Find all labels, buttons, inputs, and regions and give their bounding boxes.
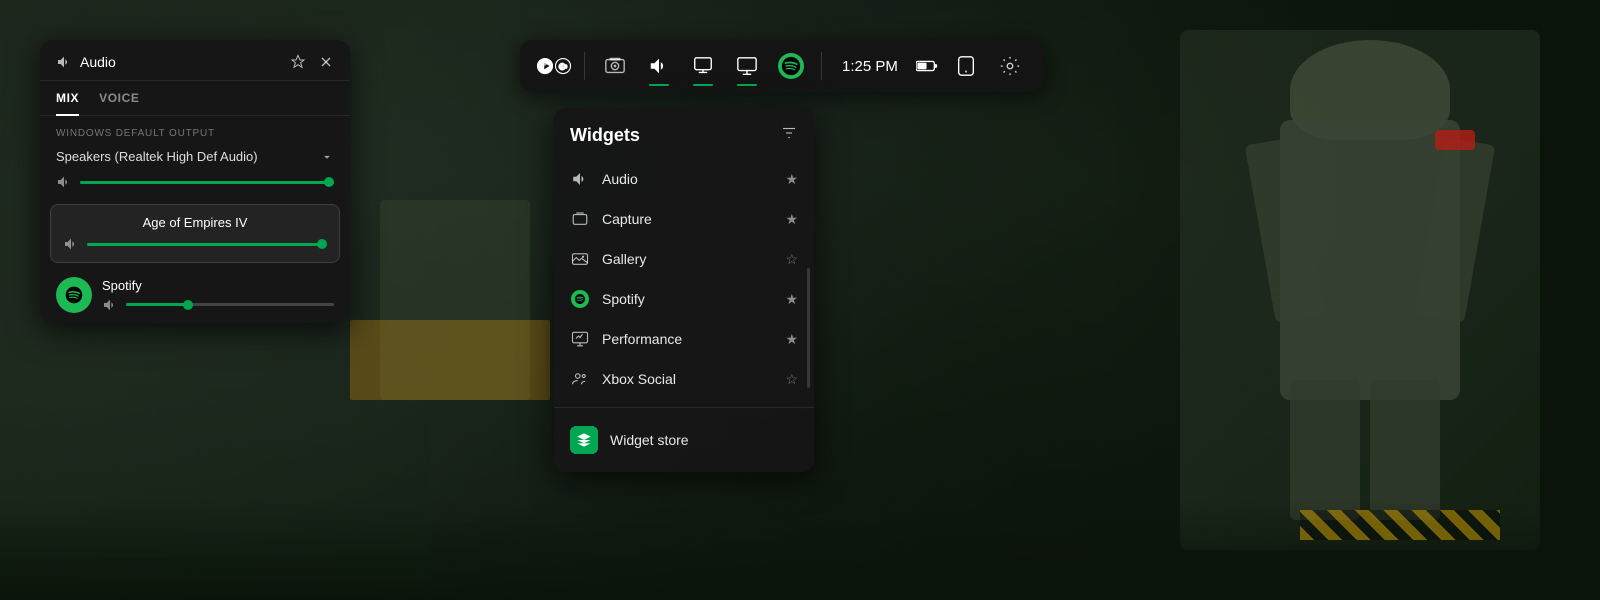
audio-widget-icon bbox=[570, 169, 590, 189]
spotify-widget-icon bbox=[570, 289, 590, 309]
scroll-indicator bbox=[807, 268, 810, 388]
audio-tabs: MIX VOICE bbox=[40, 81, 350, 116]
spotify-volume-icon bbox=[102, 297, 118, 313]
spotify-icon bbox=[56, 277, 92, 313]
gallery-widget-star[interactable]: ☆ bbox=[785, 251, 798, 268]
spotify-volume-thumb bbox=[183, 300, 193, 310]
widget-item-xbox-social[interactable]: Xbox Social ☆ bbox=[554, 359, 814, 399]
audio-panel: Audio MIX VOICE WINDOWS DEFAULT OUTPUT S… bbox=[40, 40, 350, 323]
widgets-panel-header: Widgets bbox=[554, 108, 814, 159]
performance-widget-label: Performance bbox=[602, 331, 682, 347]
audio-panel-icon bbox=[56, 54, 72, 70]
performance-widget-star[interactable]: ★ bbox=[785, 331, 798, 348]
widget-store-label: Widget store bbox=[610, 432, 689, 448]
widgets-divider bbox=[554, 407, 814, 408]
controller-icon bbox=[948, 48, 984, 84]
current-time: 1:25 PM bbox=[842, 58, 898, 75]
spotify-volume-slider[interactable] bbox=[126, 303, 334, 306]
nav-divider-2 bbox=[821, 52, 822, 80]
master-volume-fill bbox=[80, 181, 334, 184]
capture-nav-button[interactable] bbox=[597, 48, 633, 84]
master-volume-icon bbox=[56, 174, 72, 190]
pin-icon[interactable] bbox=[290, 54, 306, 70]
xbox-social-widget-label: Xbox Social bbox=[602, 371, 676, 387]
spotify-audio-row: Spotify bbox=[40, 267, 350, 323]
capture-widget-icon bbox=[570, 209, 590, 229]
spotify-widget-star[interactable]: ★ bbox=[785, 291, 798, 308]
display-nav-button[interactable] bbox=[729, 48, 765, 84]
tab-voice[interactable]: VOICE bbox=[99, 81, 139, 115]
spotify-volume-fill bbox=[126, 303, 188, 306]
master-volume-row bbox=[40, 172, 350, 200]
audio-panel-title-row: Audio bbox=[56, 54, 116, 70]
app-volume-row bbox=[63, 236, 327, 252]
achievement-active-indicator bbox=[693, 84, 713, 86]
audio-device-name: Speakers (Realtek High Def Audio) bbox=[56, 149, 258, 164]
audio-panel-header: Audio bbox=[40, 40, 350, 81]
master-volume-slider[interactable] bbox=[80, 181, 334, 184]
app-volume-thumb bbox=[317, 239, 327, 249]
widget-item-performance[interactable]: Performance ★ bbox=[554, 319, 814, 359]
close-icon[interactable] bbox=[318, 54, 334, 70]
spotify-nav-button[interactable] bbox=[773, 48, 809, 84]
capture-widget-star[interactable]: ★ bbox=[785, 211, 798, 228]
widgets-panel-title: Widgets bbox=[570, 125, 640, 146]
display-active-indicator bbox=[737, 84, 757, 86]
audio-widget-star[interactable]: ★ bbox=[785, 171, 798, 188]
audio-panel-title: Audio bbox=[80, 54, 116, 70]
audio-section-label: WINDOWS DEFAULT OUTPUT bbox=[40, 116, 350, 145]
app-name-label: Age of Empires IV bbox=[63, 215, 327, 230]
audio-nav-button[interactable] bbox=[641, 48, 677, 84]
master-volume-thumb bbox=[324, 177, 334, 187]
xbox-logo-button[interactable] bbox=[536, 48, 572, 84]
audio-panel-actions bbox=[290, 54, 334, 70]
audio-device-row: Speakers (Realtek High Def Audio) bbox=[40, 145, 350, 172]
spotify-widget-label: Spotify bbox=[602, 291, 645, 307]
audio-active-indicator bbox=[649, 84, 669, 86]
nav-divider-1 bbox=[584, 52, 585, 80]
battery-icon bbox=[914, 48, 940, 84]
xbox-social-widget-icon bbox=[570, 369, 590, 389]
age-of-empires-audio-row: Age of Empires IV bbox=[50, 204, 340, 263]
chevron-down-icon[interactable] bbox=[320, 150, 334, 164]
app-volume-slider[interactable] bbox=[87, 243, 327, 246]
performance-widget-icon bbox=[570, 329, 590, 349]
achievement-nav-button[interactable] bbox=[685, 48, 721, 84]
widgets-panel: Widgets Audio ★ bbox=[554, 108, 814, 472]
widget-store-icon bbox=[570, 426, 598, 454]
tab-mix[interactable]: MIX bbox=[56, 81, 79, 115]
settings-nav-button[interactable] bbox=[992, 48, 1028, 84]
widget-store-item[interactable]: Widget store bbox=[554, 416, 814, 464]
widget-item-gallery[interactable]: Gallery ☆ bbox=[554, 239, 814, 279]
app-volume-fill bbox=[87, 243, 327, 246]
xbox-social-widget-star[interactable]: ☆ bbox=[785, 371, 798, 388]
audio-widget-label: Audio bbox=[602, 171, 638, 187]
gallery-widget-label: Gallery bbox=[602, 251, 646, 267]
top-navigation-bar: 1:25 PM bbox=[520, 40, 1044, 92]
widgets-filter-button[interactable] bbox=[780, 124, 798, 147]
widget-item-spotify[interactable]: Spotify ★ bbox=[554, 279, 814, 319]
spotify-label: Spotify bbox=[102, 278, 334, 293]
spotify-volume-row bbox=[102, 293, 334, 313]
gallery-widget-icon bbox=[570, 249, 590, 269]
capture-widget-label: Capture bbox=[602, 211, 652, 227]
widget-item-audio[interactable]: Audio ★ bbox=[554, 159, 814, 199]
widget-item-capture[interactable]: Capture ★ bbox=[554, 199, 814, 239]
app-volume-icon bbox=[63, 236, 79, 252]
